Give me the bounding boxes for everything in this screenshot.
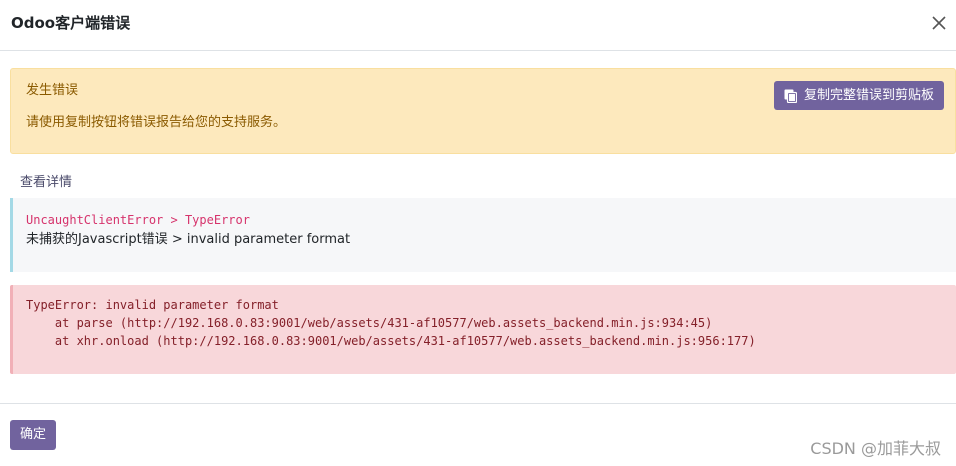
traceback-line: at parse (http://192.168.0.83:9001/web/a… <box>26 316 713 330</box>
traceback-line: at xhr.onload (http://192.168.0.83:9001/… <box>26 334 756 348</box>
see-details-link[interactable]: 查看详情 <box>20 174 72 192</box>
alert-message: 请使用复制按钮将错误报告给您的支持服务。 <box>26 115 287 130</box>
dialog-title: Odoo客户端错误 <box>11 14 131 32</box>
traceback-line: TypeError: invalid parameter format <box>26 298 279 312</box>
dialog-footer: 确定 CSDN @加菲大叔 <box>0 403 956 466</box>
error-info-box: UncaughtClientError > TypeError 未捕获的Java… <box>10 198 956 272</box>
copy-button-label: 复制完整错误到剪贴板 <box>803 88 934 103</box>
copy-error-button[interactable]: 复制完整错误到剪贴板 <box>773 81 944 110</box>
watermark: CSDN @加菲大叔 <box>810 439 941 458</box>
close-button[interactable] <box>928 12 950 34</box>
error-type: UncaughtClientError > TypeError <box>26 213 250 227</box>
error-summary: 未捕获的Javascript错误 > invalid parameter for… <box>26 232 351 247</box>
dialog-header: Odoo客户端错误 <box>0 0 956 51</box>
clipboard-icon <box>784 89 797 103</box>
ok-button[interactable]: 确定 <box>10 420 56 450</box>
traceback-box: TypeError: invalid parameter format at p… <box>10 285 956 374</box>
error-dialog: Odoo客户端错误 发生错误 请使用复制按钮将错误报告给您的支持服务。 复制完整… <box>0 0 956 466</box>
close-icon <box>932 16 946 30</box>
warning-alert: 发生错误 请使用复制按钮将错误报告给您的支持服务。 复制完整错误到剪贴板 <box>10 68 956 154</box>
alert-title: 发生错误 <box>26 83 79 98</box>
